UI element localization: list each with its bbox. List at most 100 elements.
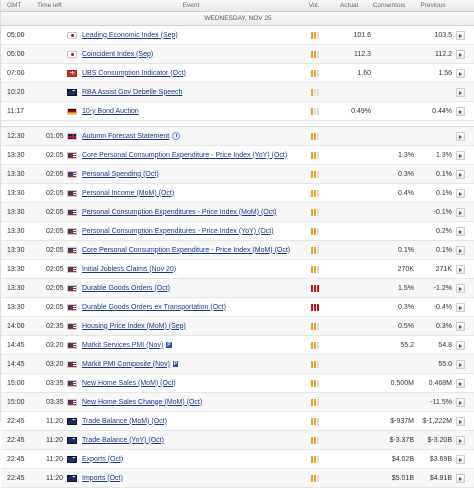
event-cell: Durable Goods Orders ex Transportation (… bbox=[67, 298, 303, 316]
previous-value: 1.3% bbox=[436, 151, 452, 159]
expand-arrow-icon[interactable] bbox=[455, 169, 465, 179]
expand-arrow-icon[interactable] bbox=[455, 87, 465, 97]
event-name-link[interactable]: Trade Balance (MoM) (Oct) bbox=[82, 418, 167, 425]
expand-arrow-icon[interactable] bbox=[455, 321, 465, 331]
expand-arrow-icon[interactable] bbox=[455, 207, 465, 217]
event-time: 13:30 bbox=[7, 284, 25, 292]
expand-arrow-icon[interactable] bbox=[455, 359, 465, 369]
event-row[interactable]: 13:30 02:05 Core Personal Consumption Expe… bbox=[1, 241, 474, 260]
header-consensus[interactable]: Consensus bbox=[367, 0, 411, 11]
event-row[interactable]: 13:30 02:05 Durable Goods Orders ex Transp… bbox=[1, 298, 474, 317]
expand-cell bbox=[452, 222, 468, 240]
event-name-link[interactable]: Personal Income (MoM) (Oct) bbox=[82, 190, 174, 197]
expand-cell bbox=[452, 469, 468, 487]
event-row[interactable]: 14:00 02:35 Housing Price Index (MoM) (Sep… bbox=[1, 317, 474, 336]
event-row[interactable]: 22:4511:20Trade Balance (MoM) (Oct)$-937… bbox=[1, 412, 474, 431]
event-row[interactable]: 22:4511:20Exports (Oct)$4.02B$3.69B bbox=[1, 450, 474, 469]
event-name-link[interactable]: Durable Goods Orders ex Transportation (… bbox=[82, 304, 226, 311]
event-name-link[interactable]: 10-y Bond Auction bbox=[82, 108, 139, 115]
expand-arrow-icon[interactable] bbox=[455, 435, 465, 445]
event-name-link[interactable]: Leading Economic Index (Sep) bbox=[82, 32, 178, 39]
event-name-link[interactable]: RBA Assist Gov Debelle Speech bbox=[82, 89, 182, 96]
expand-arrow-icon[interactable] bbox=[455, 473, 465, 483]
event-row[interactable]: 05:00 Leading Economic Index (Sep) 101.6 10… bbox=[1, 26, 474, 45]
consensus-value bbox=[373, 355, 414, 373]
expand-arrow-icon[interactable] bbox=[455, 416, 465, 426]
event-row[interactable]: 13:30 02:05 Initial Jobless Claims (Nov 20… bbox=[1, 260, 474, 279]
event-row[interactable]: 22:4511:20Trade Balance (YoY) (Oct)$-3.3… bbox=[1, 431, 474, 450]
expand-arrow-icon[interactable] bbox=[455, 68, 465, 78]
event-name-link[interactable]: Coincident Index (Sep) bbox=[82, 51, 153, 58]
event-row[interactable]: 15:00 03:35 New Home Sales (MoM) (Oct) 0.50… bbox=[1, 374, 474, 393]
event-name-link[interactable]: Trade Balance (YoY) (Oct) bbox=[82, 437, 164, 444]
expand-arrow-icon[interactable] bbox=[455, 150, 465, 160]
event-name-link[interactable]: Imports (Oct) bbox=[82, 475, 123, 482]
usa-flag-icon bbox=[67, 341, 77, 349]
expand-arrow-icon[interactable] bbox=[455, 131, 465, 141]
header-previous[interactable]: Previous bbox=[413, 0, 453, 11]
event-row[interactable]: 13:30 02:05 Personal Consumption Expenditu… bbox=[1, 203, 474, 222]
event-row[interactable]: 12:30 01:05 Autumn Forecast Statement bbox=[1, 127, 474, 146]
event-time: 13:30 bbox=[7, 227, 25, 235]
event-name-link[interactable]: Personal Spending (Oct) bbox=[82, 171, 159, 178]
event-name-link[interactable]: New Home Sales Change (MoM) (Oct) bbox=[82, 399, 202, 406]
expand-arrow-icon[interactable] bbox=[455, 378, 465, 388]
expand-arrow-icon[interactable] bbox=[455, 106, 465, 116]
expand-arrow-icon[interactable] bbox=[455, 49, 465, 59]
usa-flag-icon bbox=[67, 189, 77, 197]
expand-arrow-icon[interactable] bbox=[455, 264, 465, 274]
event-time: 13:30 bbox=[7, 170, 25, 178]
event-row[interactable]: 07:00 UBS Consumption Indicator (Oct) 1.60… bbox=[1, 64, 474, 83]
header-vol[interactable]: Vol. bbox=[301, 0, 327, 11]
previous-value: $-1,222M bbox=[422, 417, 452, 425]
expand-arrow-icon[interactable] bbox=[455, 302, 465, 312]
event-row[interactable]: 15:00 03:35 New Home Sales Change (MoM) (O… bbox=[1, 393, 474, 412]
event-row[interactable]: 14:45 03:20 Markit PMI Composite (Nov) P 55.… bbox=[1, 355, 474, 374]
volatility-icon bbox=[311, 208, 319, 216]
event-cell: Personal Consumption Expenditures - Pric… bbox=[67, 203, 303, 221]
expand-arrow-icon[interactable] bbox=[455, 397, 465, 407]
event-name-link[interactable]: New Home Sales (MoM) (Oct) bbox=[82, 380, 176, 387]
event-row[interactable]: 14:45 03:20 Markit Services PMI (Nov) P 55.2… bbox=[1, 336, 474, 355]
volatility-icon bbox=[311, 398, 319, 406]
event-name-link[interactable]: Initial Jobless Claims (Nov 20) bbox=[82, 266, 176, 273]
event-name-link[interactable]: Housing Price Index (MoM) (Sep) bbox=[82, 323, 186, 330]
header-gmt[interactable]: GMT bbox=[7, 0, 37, 11]
event-name-link[interactable]: Core Personal Consumption Expenditure - … bbox=[82, 152, 287, 159]
expand-arrow-icon[interactable] bbox=[455, 245, 465, 255]
event-row[interactable]: 13:30 02:05 Personal Income (MoM) (Oct) 0.4… bbox=[1, 184, 474, 203]
event-name-link[interactable]: Durable Goods Orders (Oct) bbox=[82, 285, 170, 292]
event-row[interactable]: 22:4511:20Imports (Oct)$5.01B$4.91B bbox=[1, 469, 474, 488]
event-row[interactable]: 13:30 02:05 Personal Spending (Oct) 0.3% 0.1… bbox=[1, 165, 474, 184]
event-name-link[interactable]: UBS Consumption Indicator (Oct) bbox=[82, 70, 186, 77]
usa-flag-icon bbox=[67, 379, 77, 387]
event-row[interactable]: 13:30 02:05 Personal Consumption Expenditu… bbox=[1, 222, 474, 241]
volatility-icon bbox=[311, 265, 319, 273]
header-event[interactable]: Event bbox=[81, 0, 301, 11]
event-cell: RBA Assist Gov Debelle Speech bbox=[67, 83, 303, 101]
expand-cell bbox=[452, 279, 468, 297]
header-time-left[interactable]: Time left bbox=[37, 0, 67, 11]
expand-arrow-icon[interactable] bbox=[455, 283, 465, 293]
event-row[interactable]: 13:30 02:05 Core Personal Consumption Expe… bbox=[1, 146, 474, 165]
expand-arrow-icon[interactable] bbox=[455, 188, 465, 198]
event-time: 11:17 bbox=[7, 107, 24, 115]
event-name-link[interactable]: Personal Consumption Expenditures - Pric… bbox=[82, 228, 274, 235]
expand-arrow-icon[interactable] bbox=[455, 226, 465, 236]
event-name-link[interactable]: Markit Services PMI (Nov) bbox=[82, 342, 163, 349]
event-row[interactable]: 10:20 RBA Assist Gov Debelle Speech bbox=[1, 83, 474, 102]
event-row[interactable]: 11:17 10-y Bond Auction 0.49% 0.44% bbox=[1, 102, 474, 121]
expand-arrow-icon[interactable] bbox=[455, 454, 465, 464]
expand-arrow-icon[interactable] bbox=[455, 340, 465, 350]
event-row[interactable]: 13:30 02:05 Durable Goods Orders (Oct) 1.5%… bbox=[1, 279, 474, 298]
event-name-link[interactable]: Personal Consumption Expenditures - Pric… bbox=[82, 209, 277, 216]
consensus-value bbox=[373, 393, 414, 411]
event-name-link[interactable]: Core Personal Consumption Expenditure - … bbox=[82, 247, 290, 254]
event-name-link[interactable]: Autumn Forecast Statement bbox=[82, 133, 169, 140]
header-actual[interactable]: Actual bbox=[329, 0, 369, 11]
event-row[interactable]: 05:00 Coincident Index (Sep) 112.3 112.2 bbox=[1, 45, 474, 64]
event-name-link[interactable]: Markit PMI Composite (Nov) bbox=[82, 361, 170, 368]
event-name-link[interactable]: Exports (Oct) bbox=[82, 456, 123, 463]
event-time: 13:30 bbox=[7, 265, 25, 273]
expand-arrow-icon[interactable] bbox=[455, 30, 465, 40]
